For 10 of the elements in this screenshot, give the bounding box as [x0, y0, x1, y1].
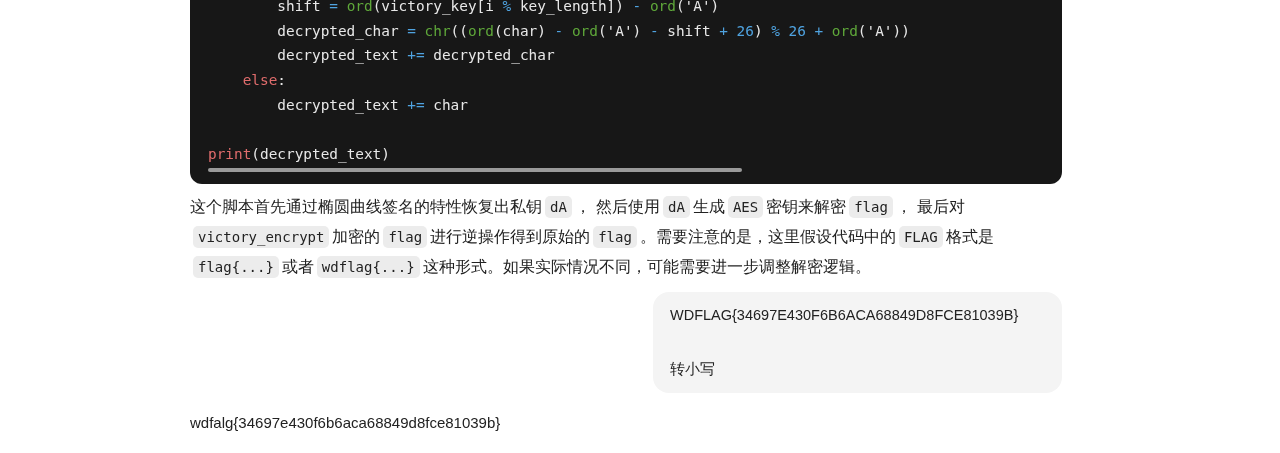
code-line: decrypted_text += decrypted_char — [276, 46, 555, 66]
assistant-message: wdfalg{34697e430f6b6aca68849d8fce81039b} — [190, 412, 501, 433]
scrollbar[interactable] — [208, 167, 742, 172]
user-message: WDFLAG{34697E430F6B6ACA68849D8FCE81039B} 转小写 — [653, 291, 1062, 393]
code-line: decrypted_text += char — [276, 95, 468, 116]
code-line: print(decrypted_text) — [208, 145, 390, 165]
code-line: else: — [241, 71, 286, 91]
explanation-text: 这个脚本首先通过椭圆曲线签名的特性恢复出私钥 dA ， 然后使用 dA 生成 AES 密钥来解密 flag ， 最后对 victory_encrypt 加密的 flag 进行逆操作得到原始的 flag 。需要注意的是，这里假设代码中的 FLAG 格式是 flag{...} 或者 wdflag{...} 这种形式。如果实际情况不同，可能需要进一步调整解密逻辑。 — [190, 194, 995, 280]
code-line: shift = ord(victory_key[i % key_length]) - ord('A') — [276, 0, 720, 17]
code-line: decrypted_char = chr((ord(char) - ord('A') - shift + 26) % 26 + ord('A')) — [276, 21, 910, 42]
